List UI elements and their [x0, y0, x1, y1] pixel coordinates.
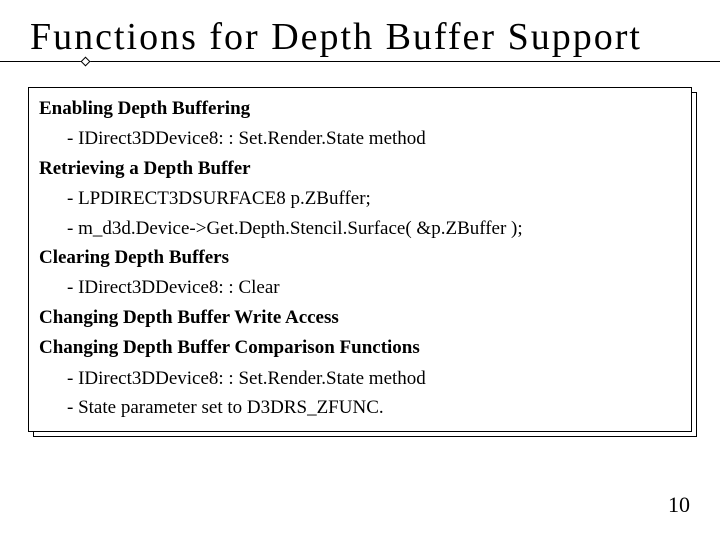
title-area: Functions for Depth Buffer Support	[0, 0, 720, 69]
content-wrapper: Enabling Depth Buffering - IDirect3DDevi…	[28, 87, 692, 432]
section-heading-retrieving: Retrieving a Depth Buffer	[39, 154, 681, 184]
page-number: 10	[668, 492, 690, 518]
section-heading-write-access: Changing Depth Buffer Write Access	[39, 303, 681, 333]
section-heading-comparison: Changing Depth Buffer Comparison Functio…	[39, 333, 681, 363]
section-item: - IDirect3DDevice8: : Set.Render.State m…	[39, 124, 681, 153]
slide-title: Functions for Depth Buffer Support	[30, 15, 690, 59]
section-item: - IDirect3DDevice8: : Clear	[39, 273, 681, 302]
section-item: - LPDIRECT3DSURFACE8 p.ZBuffer;	[39, 184, 681, 213]
section-heading-enabling: Enabling Depth Buffering	[39, 94, 681, 124]
section-item: - State parameter set to D3DRS_ZFUNC.	[39, 393, 681, 422]
underline-line	[0, 61, 720, 62]
section-item: - IDirect3DDevice8: : Set.Render.State m…	[39, 364, 681, 393]
section-heading-clearing: Clearing Depth Buffers	[39, 243, 681, 273]
section-item: - m_d3d.Device->Get.Depth.Stencil.Surfac…	[39, 214, 681, 243]
content-box: Enabling Depth Buffering - IDirect3DDevi…	[28, 87, 692, 432]
